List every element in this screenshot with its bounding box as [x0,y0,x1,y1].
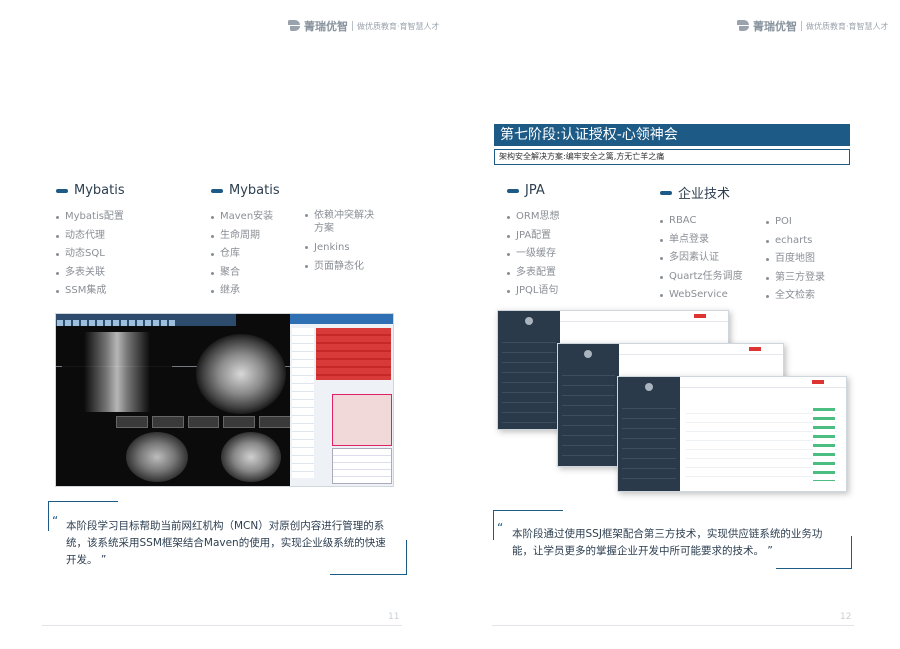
brand-name: 菁瑞优智 [304,20,348,33]
list-item: 百度地图 [766,250,825,269]
brain-scan-image [221,432,281,482]
topic-list: ORM思想 JPA配置 一级缓存 多表配置 JPQL语句 [507,208,559,301]
topic-list: Maven安装 生命周期 仓库 聚合 继承 [211,208,280,301]
quote-open-icon: “ [52,514,59,528]
list-item: SSM集成 [56,282,125,301]
topic-list: POI echarts 百度地图 第三方登录 全文检索 [766,213,825,306]
column-title: JPA [525,183,545,198]
list-item: 多表配置 [507,264,559,283]
highlighted-table [316,328,391,380]
list-item: Quartz任务调度 [660,268,743,287]
list-item: 一级缓存 [507,245,559,264]
brand-name: 菁瑞优智 [753,20,797,33]
brand-slogan: 做优质教育·育智慧人才 [357,21,440,31]
list-item: 仓库 [211,245,280,264]
spine-scan-image [62,332,172,412]
list-item: Jenkins [305,241,380,254]
pelvis-scan-image [196,334,286,414]
topic-column-extra: POI echarts 百度地图 第三方登录 全文检索 [766,203,825,306]
list-item: JPQL语句 [507,282,559,301]
brand-header: 菁瑞优智 做优质教育·育智慧人才 [288,18,440,34]
topic-column-mybatis-1: Mybatis Mybatis配置 动态代理 动态SQL 多表关联 SSM集成 [56,183,125,301]
brand-logo-icon [288,20,300,32]
topic-list: 依赖冲突解决方案 Jenkins 页面静态化 [305,209,380,273]
topic-column-enterprise: 企业技术 RBAC 单点登录 多因素认证 Quartz任务调度 WebServi… [660,183,743,305]
avatar [644,383,653,391]
avatar [584,350,593,358]
list-item: ORM思想 [507,208,559,227]
page-number: 12 [840,612,852,622]
list-item: 动态代理 [56,227,125,246]
list-item: 聚合 [211,264,280,283]
brain-scan-image [126,432,188,482]
list-item: 依赖冲突解决方案 [305,209,380,235]
column-title: Mybatis [229,183,280,198]
quote-text: 本阶段通过使用SSJ框架配合第三方技术，实现供应链系统的业务功能，让学员更多的掌… [512,528,823,557]
toolbar [56,314,236,326]
quote-open-icon: “ [497,521,504,535]
left-page: 菁瑞优智 做优质教育·育智慧人才 Mybatis Mybatis配置 动态代理 … [0,0,450,649]
list-item: Maven安装 [211,208,280,227]
list-item: echarts [766,232,825,251]
list-item: 多表关联 [56,264,125,283]
stage-subtitle: 架构安全解决方案:编牢安全之篱,方无亡羊之痛 [494,149,850,165]
topic-list: RBAC 单点登录 多因素认证 Quartz任务调度 WebService [660,212,743,305]
topic-list: Mybatis配置 动态代理 动态SQL 多表关联 SSM集成 [56,208,125,301]
list-item: 多因素认证 [660,249,743,268]
topic-column-mybatis-2: Mybatis Maven安装 生命周期 仓库 聚合 继承 [211,183,280,301]
list-item: WebService [660,286,743,305]
list-item: POI [766,213,825,232]
list-item: 单点登录 [660,231,743,250]
list-item: 继承 [211,282,280,301]
topic-column-extra: 依赖冲突解决方案 Jenkins 页面静态化 [305,203,380,279]
list-item: 生命周期 [211,227,280,246]
avatar [525,317,534,325]
data-panel [290,314,393,486]
topic-column-jpa: JPA ORM思想 JPA配置 一级缓存 多表配置 JPQL语句 [507,183,559,301]
list-item: 全文检索 [766,287,825,306]
column-title: Mybatis [74,183,125,198]
admin-screenshot [617,376,847,492]
thumbnail-strip [116,416,291,428]
brand-slogan: 做优质教育·育智慧人才 [806,21,889,31]
list-item: 第三方登录 [766,269,825,288]
medical-imaging-screenshot [55,313,394,487]
list-item: JPA配置 [507,227,559,246]
page-number: 11 [388,612,400,622]
brand-header: 菁瑞优智 做优质教育·育智慧人才 [737,18,889,34]
list-item: 动态SQL [56,245,125,264]
list-item: 页面静态化 [305,260,380,273]
stage-title: 第七阶段:认证授权-心领神会 [494,124,850,146]
quote-text: 本阶段学习目标帮助当前网红机构（MCN）对原创内容进行管理的系统，该系统采用SS… [66,520,386,566]
list-item: RBAC [660,212,743,231]
brand-logo-icon [737,20,749,32]
list-item: Mybatis配置 [56,208,125,227]
column-title: 企业技术 [678,187,731,202]
